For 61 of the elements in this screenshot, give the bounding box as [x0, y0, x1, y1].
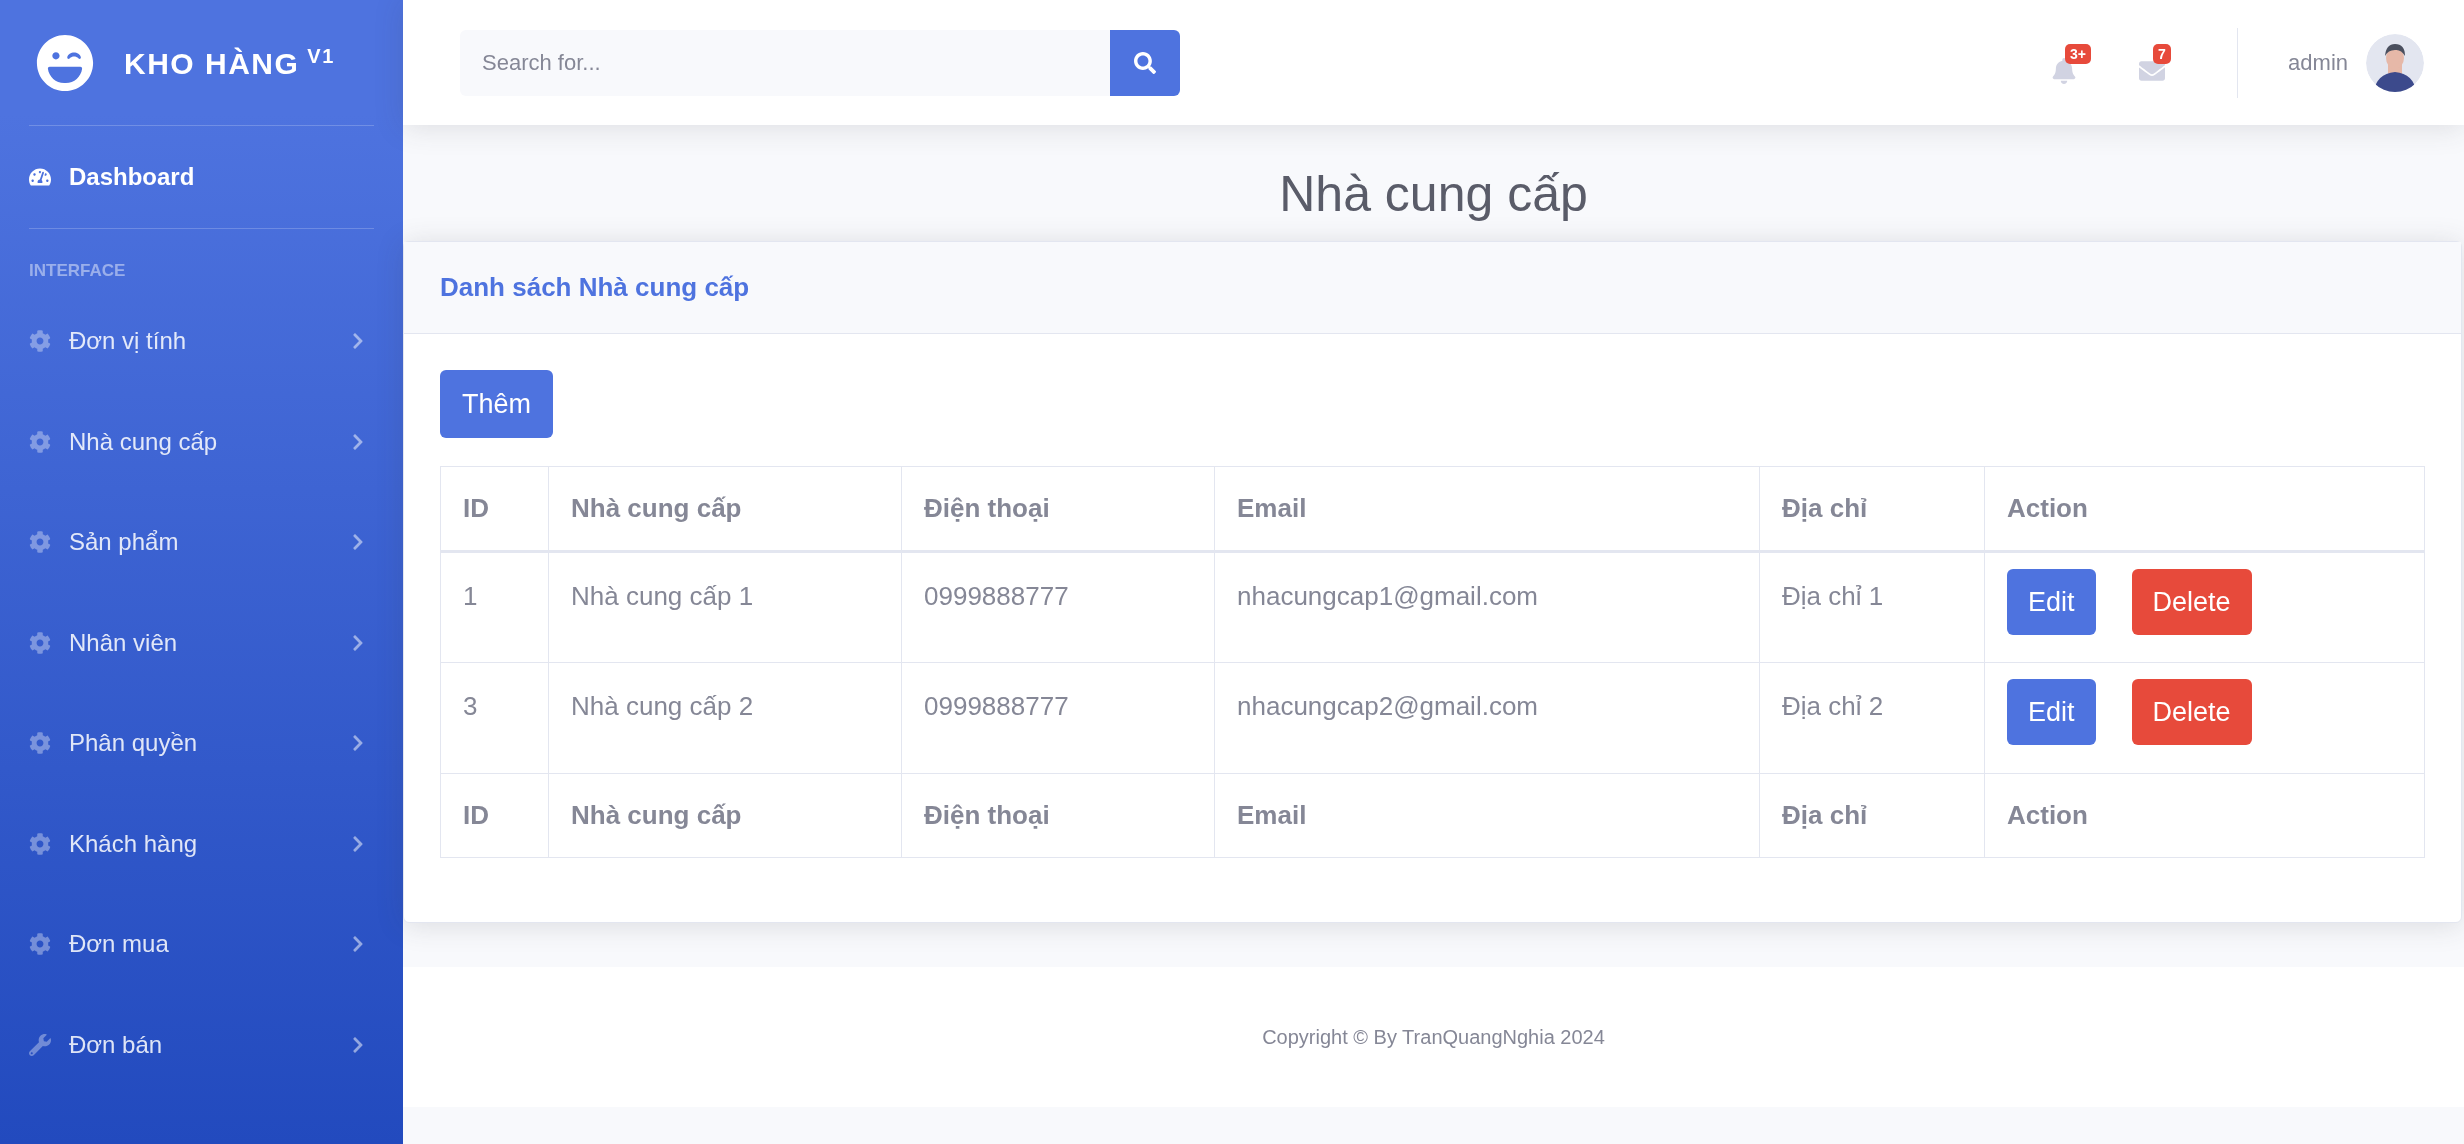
column-footer: Nhà cung cấp	[548, 773, 902, 858]
edit-button[interactable]: Edit	[2007, 679, 2096, 745]
laughing-face-icon	[36, 33, 94, 92]
count-badge: 7	[2153, 43, 2171, 64]
search-button[interactable]	[1110, 29, 1180, 96]
column-header: Action	[1984, 466, 2425, 552]
table-cell: nhacungcap2@gmail.com	[1214, 662, 1760, 774]
count-badge: 3+	[2065, 43, 2092, 64]
gear-icon	[29, 430, 51, 453]
delete-button[interactable]: Delete	[2131, 679, 2252, 745]
sidebar-item[interactable]: Đơn mua	[0, 894, 403, 995]
column-header: Nhà cung cấp	[548, 466, 902, 552]
column-footer: Action	[1984, 773, 2425, 858]
sidebar-item[interactable]: Phân quyền	[0, 693, 403, 794]
sidebar-item[interactable]: Khách hàng	[0, 793, 403, 894]
table-cell: Nhà cung cấp 2	[548, 662, 902, 774]
gear-icon	[29, 531, 51, 554]
sidebar-item[interactable]: Đơn vị tính	[0, 291, 403, 392]
gear-icon	[29, 832, 51, 855]
gear-icon	[29, 631, 51, 654]
bell-icon	[2051, 57, 2078, 84]
notifications-button[interactable]: 3+	[2051, 41, 2100, 84]
sidebar-heading: INTERFACE	[28, 260, 127, 282]
sidebar-item[interactable]: Sản phẩm	[0, 492, 403, 593]
table-cell: nhacungcap1@gmail.com	[1214, 551, 1760, 663]
column-footer: Email	[1214, 773, 1760, 858]
avatar-icon[interactable]	[2366, 33, 2424, 92]
table-cell: 3	[440, 662, 549, 774]
column-footer: Điện thoại	[901, 773, 1215, 858]
sidebar-item[interactable]: Nhà cung cấp	[0, 391, 403, 492]
delete-button[interactable]: Delete	[2131, 569, 2252, 635]
user-name[interactable]: admin	[2288, 49, 2348, 76]
search-field[interactable]: Search for...	[460, 29, 1110, 96]
edit-button[interactable]: Edit	[2007, 569, 2096, 635]
add-button[interactable]: Thêm	[440, 370, 554, 438]
gear-icon	[29, 330, 51, 353]
table-cell: Địa chỉ 2	[1759, 662, 1985, 774]
table-cell: 0999888777	[901, 662, 1215, 774]
dashboard-link[interactable]: Dashboard	[0, 126, 403, 228]
wrench-icon	[29, 1033, 51, 1056]
gear-icon	[29, 933, 51, 956]
column-header: Email	[1214, 466, 1760, 552]
page-title: Nhà cung cấp	[1278, 165, 1589, 224]
sidebar-item[interactable]: Đơn bán	[0, 994, 403, 1095]
card-title: Danh sách Nhà cung cấp	[404, 242, 2461, 334]
gear-icon	[29, 732, 51, 755]
column-header: ID	[440, 466, 549, 552]
column-footer: ID	[440, 773, 549, 858]
messages-button[interactable]: 7	[2139, 41, 2188, 84]
table-cell: 0999888777	[901, 551, 1215, 663]
column-header: Điện thoại	[901, 466, 1215, 552]
table-cell: 1	[440, 551, 549, 663]
gauge-icon	[29, 166, 51, 188]
search-icon	[1134, 51, 1156, 74]
brand-name[interactable]: KHO HÀNG $^{V1}$	[124, 44, 335, 81]
table-cell: Địa chỉ 1	[1759, 551, 1985, 663]
table-cell: Nhà cung cấp 1	[548, 551, 902, 663]
column-header: Địa chỉ	[1759, 466, 1985, 552]
sidebar-item[interactable]: Nhân viên	[0, 592, 403, 693]
column-footer: Địa chỉ	[1759, 773, 1985, 858]
copyright-text: Copyright © By TranQuangNghia 2024	[1262, 1025, 1605, 1049]
